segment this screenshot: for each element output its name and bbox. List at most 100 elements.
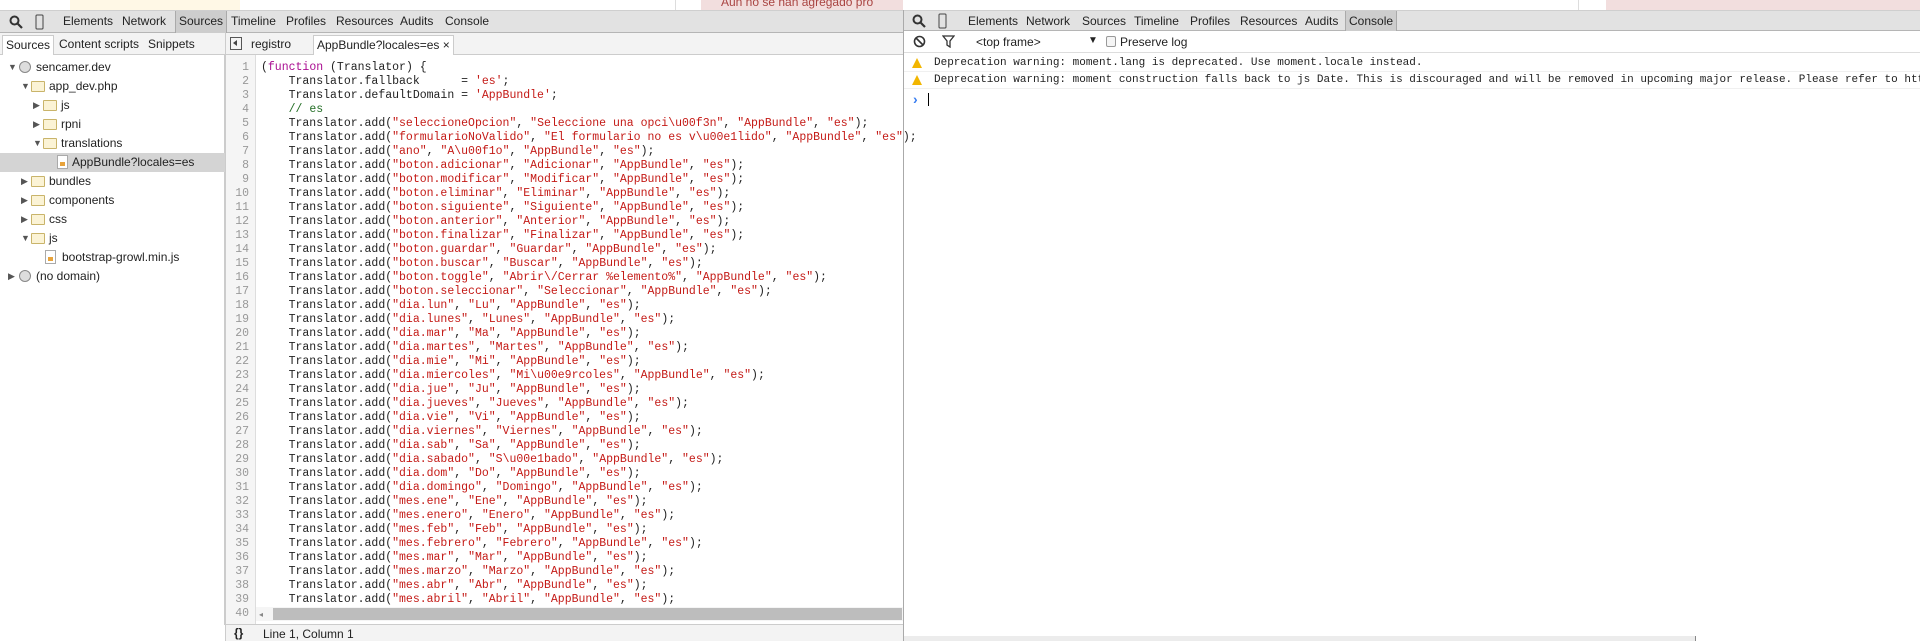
code-string: "seleccioneOpcion" [392, 117, 517, 130]
navigator-tab-content-scripts[interactable]: Content scripts [56, 35, 142, 55]
collapsed-arrow-icon[interactable]: ▶ [21, 172, 28, 191]
code-string: "S\u00e1bado" [488, 453, 579, 466]
code-string: "dia.martes" [392, 341, 475, 354]
code-string: "es" [599, 467, 627, 480]
close-tab-icon[interactable]: × [443, 38, 450, 52]
code-string: "AppBundle" [509, 439, 586, 452]
pretty-print-icon[interactable]: {} [234, 626, 243, 640]
tab-audits[interactable]: Audits [397, 11, 436, 33]
tab-console[interactable]: Console [442, 11, 492, 33]
code-string: "es" [702, 159, 731, 172]
collapsed-arrow-icon[interactable]: ▶ [33, 96, 40, 115]
horizontal-scrollbar-thumb[interactable] [273, 608, 902, 620]
code-string: "es" [633, 593, 662, 606]
tree-item[interactable]: ▼ sencamer.dev [0, 58, 225, 77]
tab-profiles[interactable]: Profiles [283, 11, 329, 33]
search-icon[interactable] [9, 15, 23, 29]
tree-item[interactable]: ▶ rpni [0, 115, 225, 134]
code-string: "es" [633, 565, 662, 578]
tree-item[interactable]: AppBundle?locales=es [0, 153, 225, 172]
tab-timeline[interactable]: Timeline [228, 11, 279, 33]
filter-icon[interactable] [942, 35, 955, 48]
toggle-navigator-icon[interactable] [230, 37, 242, 50]
frame-select-dropdown-icon[interactable]: ▼ [1088, 35, 1098, 46]
tab-console[interactable]: Console [1345, 11, 1398, 33]
collapsed-arrow-icon[interactable]: ▶ [21, 210, 28, 229]
code-string: "Viernes" [495, 425, 558, 438]
preserve-log-checkbox[interactable] [1106, 36, 1116, 47]
page-alert-right [1606, 0, 1920, 10]
expanded-arrow-icon[interactable]: ▼ [21, 77, 30, 96]
tree-item[interactable]: ▶ (no domain) [0, 267, 225, 286]
tree-item[interactable]: bootstrap-growl.min.js [0, 248, 225, 267]
code-string: "Adicionar" [523, 159, 600, 172]
search-icon[interactable] [912, 14, 926, 28]
line-number: 16 [235, 271, 249, 284]
device-mode-icon[interactable] [938, 13, 947, 29]
line-number: 10 [235, 187, 249, 200]
tab-network[interactable]: Network [119, 11, 169, 33]
scroll-left-icon[interactable]: ◂ [259, 610, 263, 619]
collapsed-arrow-icon[interactable]: ▶ [8, 267, 15, 286]
code-string: "dia.dom" [392, 467, 455, 480]
tree-item[interactable]: ▶ bundles [0, 172, 225, 191]
tree-item[interactable]: ▼ js [0, 229, 225, 248]
tree-item[interactable]: ▶ components [0, 191, 225, 210]
code-string: "El formulario no es v\u00e1lido" [543, 131, 772, 144]
editor-tab-appbundle[interactable]: AppBundle?locales=es × [313, 35, 454, 55]
line-number: 15 [235, 257, 249, 270]
code-line: Translator.add("mes.feb", "Feb", "AppBun… [261, 523, 648, 536]
code-string: "es" [633, 509, 662, 522]
tree-item-label: bootstrap-growl.min.js [62, 250, 180, 264]
expanded-arrow-icon[interactable]: ▼ [21, 229, 30, 248]
expanded-arrow-icon[interactable]: ▼ [8, 58, 17, 77]
tab-timeline[interactable]: Timeline [1131, 11, 1182, 33]
console-prompt[interactable]: › [904, 90, 1920, 110]
editor-tab-registro[interactable]: registro [248, 35, 294, 55]
tree-item[interactable]: ▼ translations [0, 134, 225, 153]
code-line: Translator.add("boton.finalizar", "Final… [261, 229, 745, 242]
tab-elements[interactable]: Elements [965, 11, 1021, 33]
code-string: "mes.febrero" [392, 537, 482, 550]
tab-elements[interactable]: Elements [60, 11, 116, 33]
tree-item[interactable]: ▶ js [0, 96, 225, 115]
code-string: "Lu" [468, 299, 496, 312]
collapsed-arrow-icon[interactable]: ▶ [33, 115, 40, 134]
code-string: "Sa" [468, 439, 496, 452]
code-string: "AppBundle" [509, 411, 586, 424]
code-line: Translator.add("boton.seleccionar", "Sel… [261, 285, 772, 298]
navigator-tab-snippets[interactable]: Snippets [145, 35, 198, 55]
code-line: Translator.add("dia.vie", "Vi", "AppBund… [261, 411, 641, 424]
tab-network[interactable]: Network [1023, 11, 1073, 33]
tab-sources[interactable]: Sources [175, 11, 228, 33]
device-mode-icon[interactable] [35, 14, 44, 30]
tab-profiles[interactable]: Profiles [1187, 11, 1233, 33]
tab-resources[interactable]: Resources [333, 11, 396, 33]
code-string: "dia.lunes" [392, 313, 469, 326]
code-string: "Abril" [481, 593, 531, 606]
code-line: Translator.add("mes.ene", "Ene", "AppBun… [261, 495, 648, 508]
collapsed-arrow-icon[interactable]: ▶ [21, 191, 28, 210]
code-string: "Seleccionar" [537, 285, 627, 298]
code-string: "AppBundle" [613, 229, 689, 242]
code-string: "Martes" [488, 341, 544, 354]
horizontal-scrollbar-track[interactable]: ◂ [256, 607, 904, 621]
folder-icon [31, 195, 45, 206]
navigator-tab-sources[interactable]: Sources [2, 35, 55, 55]
tab-audits[interactable]: Audits [1302, 11, 1341, 33]
line-number: 9 [242, 173, 249, 186]
code-string: "AppBundle" [543, 565, 620, 578]
line-number: 22 [235, 355, 249, 368]
tab-sources[interactable]: Sources [1079, 11, 1129, 33]
tree-item[interactable]: ▼ app_dev.php [0, 77, 225, 96]
code-string: "AppBundle" [599, 187, 676, 200]
code-string: "es" [661, 481, 689, 494]
tab-resources[interactable]: Resources [1237, 11, 1300, 33]
code-line: Translator.add("boton.modificar", "Modif… [261, 173, 745, 186]
clear-console-icon[interactable] [913, 35, 926, 48]
frame-select[interactable]: <top frame> [976, 35, 1041, 49]
code-string: "boton.seleccionar" [392, 285, 524, 298]
code-line: Translator.add("dia.mar", "Ma", "AppBund… [261, 327, 641, 340]
expanded-arrow-icon[interactable]: ▼ [33, 134, 42, 153]
tree-item[interactable]: ▶ css [0, 210, 225, 229]
